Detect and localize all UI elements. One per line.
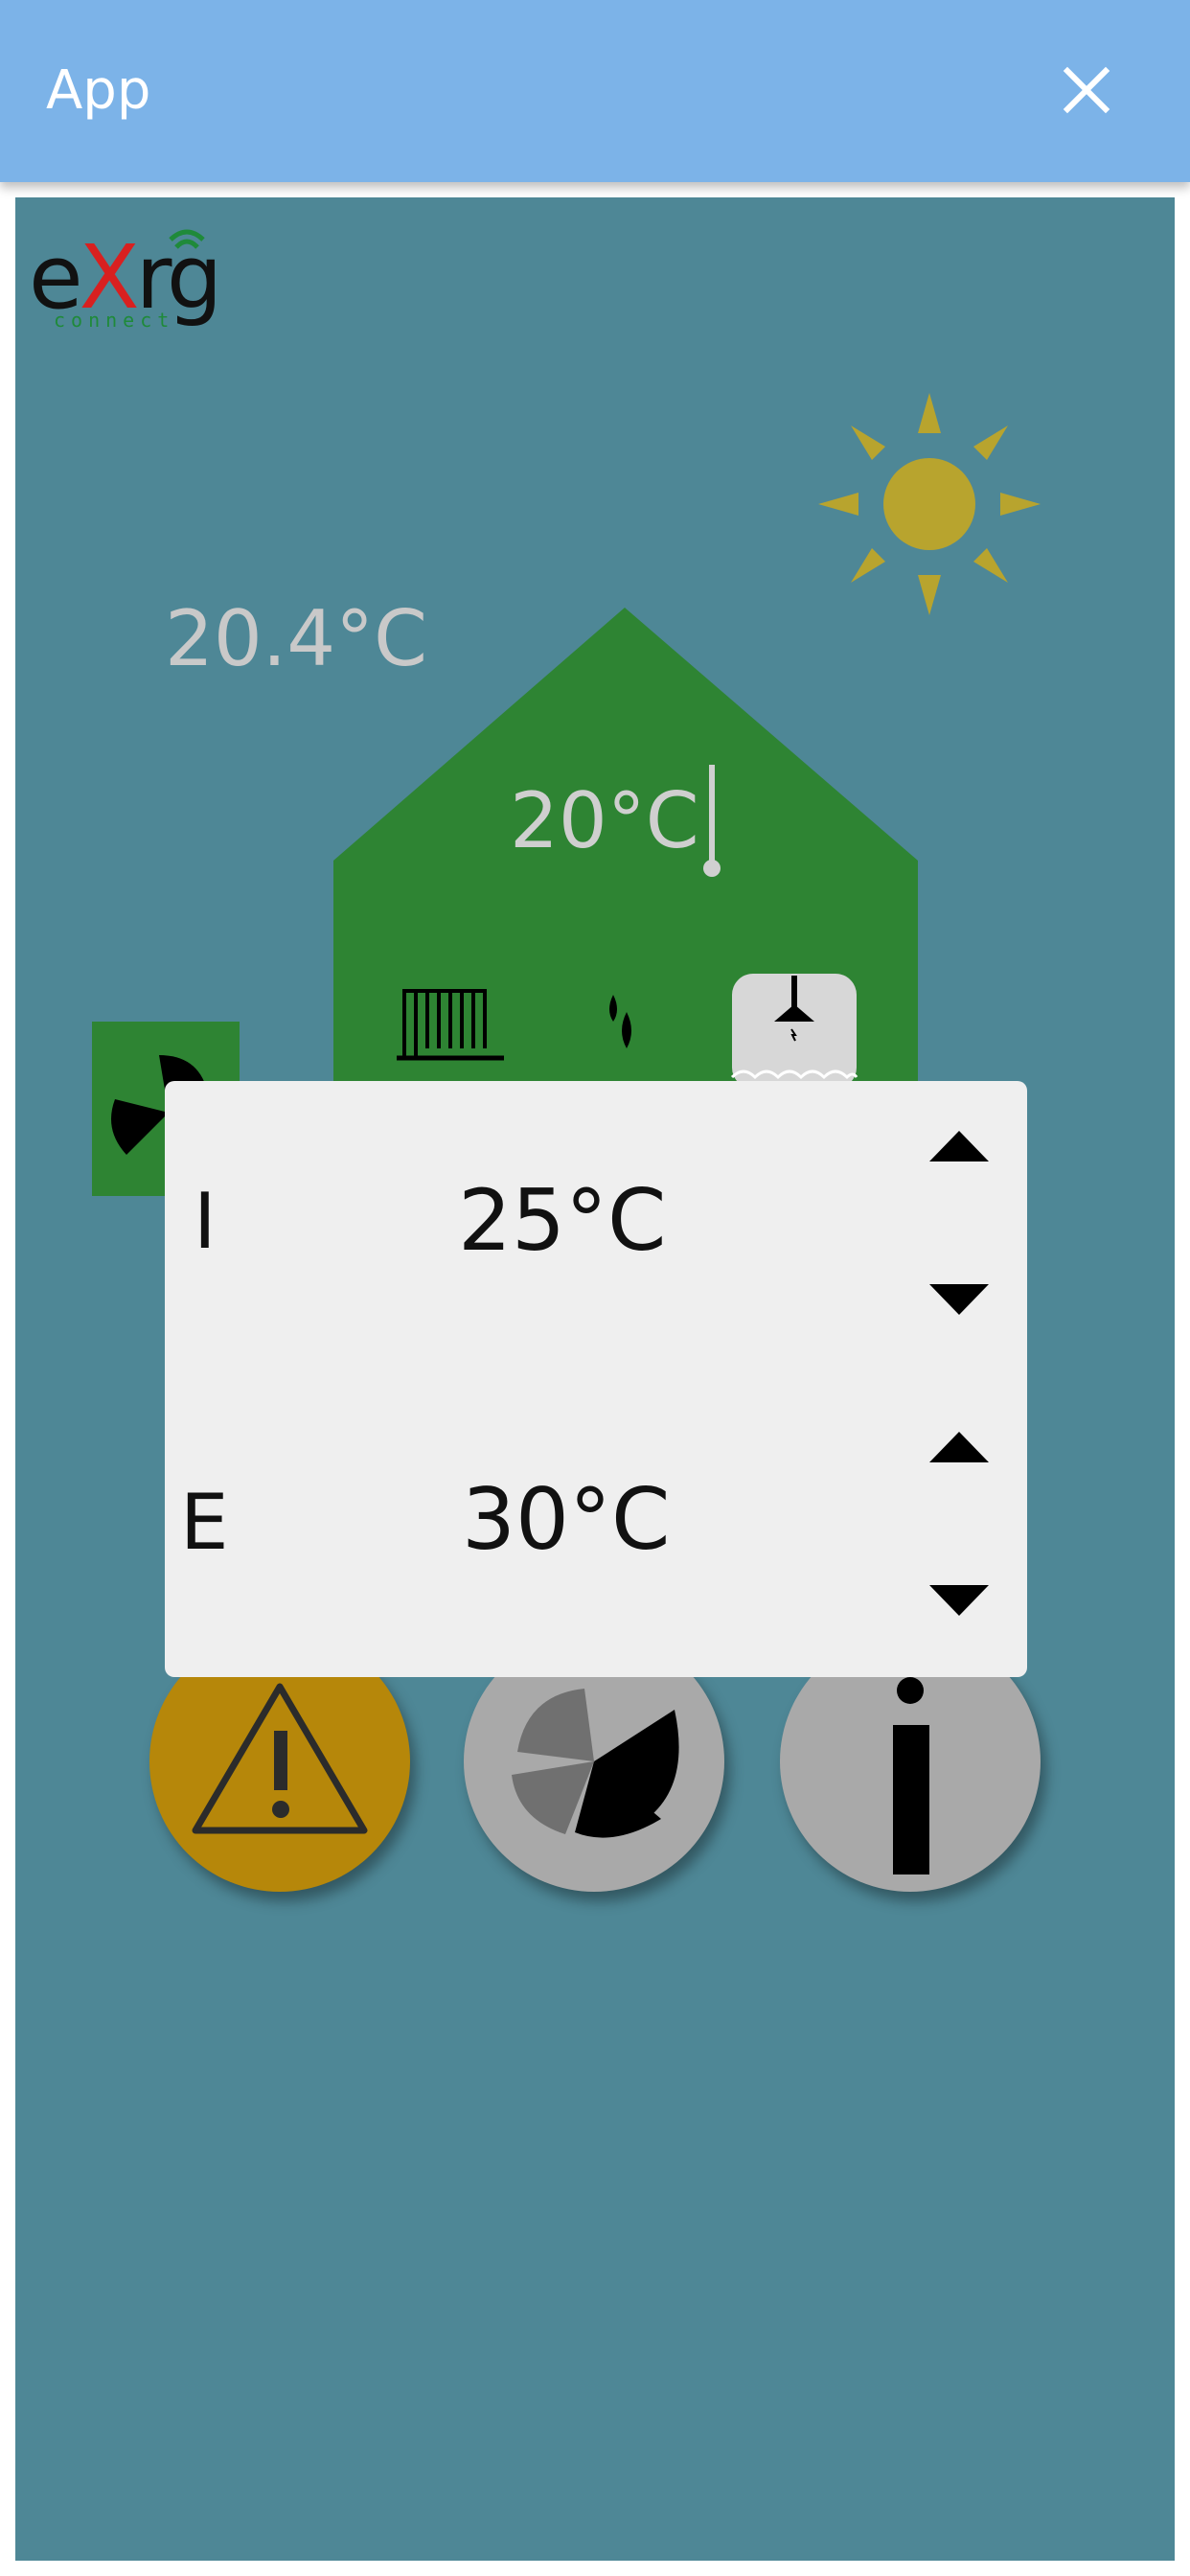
radiator-icon[interactable] xyxy=(397,979,510,1066)
row-value-i: 25°C xyxy=(458,1171,667,1270)
sun-icon xyxy=(818,393,1041,615)
row-label-i: I xyxy=(194,1177,217,1266)
indoor-temperature: 20°C xyxy=(510,776,699,865)
app-bar: App xyxy=(0,0,1190,182)
row-value-e: 30°C xyxy=(462,1470,671,1569)
decrease-arrow-icon[interactable] xyxy=(926,1581,993,1620)
increase-arrow-icon[interactable] xyxy=(926,1428,993,1466)
wifi-icon xyxy=(169,229,205,249)
app-title: App xyxy=(46,59,151,122)
close-icon[interactable] xyxy=(1052,56,1121,125)
exrg-logo: eXrg connect xyxy=(29,218,222,334)
water-drops-icon[interactable] xyxy=(600,989,642,1056)
logo-subtitle: connect xyxy=(54,309,175,332)
hot-water-tank-icon[interactable] xyxy=(728,970,860,1089)
thermometer-icon xyxy=(703,765,721,877)
decrease-arrow-icon[interactable] xyxy=(926,1280,993,1319)
temperature-setpoint-dialog: I 25°C E 30°C xyxy=(165,1081,1027,1677)
increase-arrow-icon[interactable] xyxy=(926,1127,993,1165)
row-label-e: E xyxy=(180,1478,229,1567)
